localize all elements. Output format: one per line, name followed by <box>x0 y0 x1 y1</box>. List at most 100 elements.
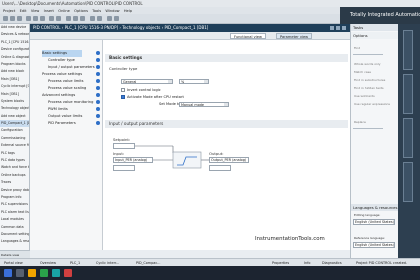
replace-input[interactable] <box>353 128 383 129</box>
paste-icon[interactable] <box>40 16 45 21</box>
tree-item[interactable]: Add new device <box>0 24 29 31</box>
go-online-icon[interactable] <box>90 16 95 21</box>
match-case-option[interactable]: Match case <box>354 70 371 74</box>
editing-language-select[interactable]: English (United States) <box>353 219 395 225</box>
nav-process-value-scaling[interactable]: Process value scaling <box>48 85 86 92</box>
tree-item[interactable]: PLC_1 [CPU 1516-3 PN/DP] <box>0 39 29 46</box>
cut-icon[interactable] <box>26 16 31 21</box>
tab-tasks[interactable] <box>403 118 413 158</box>
tree-item[interactable]: Cyclic interrupt [OB30] <box>0 83 29 90</box>
tree-item[interactable]: Device proxy data <box>0 187 29 194</box>
nav-output-value-limits[interactable]: Output value limits <box>48 113 82 120</box>
search-icon[interactable] <box>16 269 24 277</box>
nav-input-output-parameters[interactable]: Input / output parameters <box>48 64 95 71</box>
stop-cpu-icon[interactable] <box>114 16 119 21</box>
tree-item[interactable]: PLC alarm text lists <box>0 209 29 216</box>
tree-item[interactable]: System blocks <box>0 98 29 105</box>
upload-icon[interactable] <box>80 16 85 21</box>
whole-words-option[interactable]: Whole words only <box>354 62 381 66</box>
tab-parameter-view[interactable]: Parameter view <box>276 33 313 39</box>
tasks-header: Tasks <box>351 24 399 31</box>
options-header: Options <box>351 32 399 39</box>
reference-language-select[interactable]: English (United States) <box>353 242 395 248</box>
nav-controller-type[interactable]: Controller type <box>48 57 75 64</box>
tree-item[interactable]: Traces <box>0 179 29 186</box>
tree-item[interactable]: Local modules <box>0 216 29 223</box>
tree-item[interactable]: Technology objects <box>0 105 29 112</box>
save-project-icon[interactable] <box>17 16 22 21</box>
function-nav-tree: Basic settings Controller type Input / o… <box>30 40 103 250</box>
tree-item[interactable]: PLC data types <box>0 157 29 164</box>
tree-item[interactable]: Devices & networks <box>0 31 29 38</box>
undo-icon[interactable] <box>49 16 54 21</box>
tab-testing[interactable] <box>403 74 413 114</box>
tree-item[interactable]: Main [OB1] <box>0 91 29 98</box>
nav-process-value-settings[interactable]: Process value settings <box>42 71 82 78</box>
menu-item-online[interactable]: Online <box>58 9 70 13</box>
tree-item[interactable]: PLC supervisions <box>0 201 29 208</box>
regex-option[interactable]: Use regular expressions <box>354 102 390 106</box>
languages-header: Languages & resources <box>351 204 399 211</box>
details-view-header[interactable]: Details view <box>0 250 30 258</box>
find-substructures-option[interactable]: Find in substructures <box>354 78 385 82</box>
tree-item[interactable]: Common data <box>0 224 29 231</box>
compile-icon[interactable] <box>66 16 71 21</box>
tree-item[interactable]: Document settings <box>0 231 29 238</box>
nav-advanced-settings[interactable]: Advanced settings <box>42 92 75 99</box>
tree-item[interactable]: Commissioning <box>0 135 29 142</box>
app-icon[interactable] <box>64 269 72 277</box>
browser-icon[interactable] <box>40 269 48 277</box>
maximize-icon[interactable] <box>336 26 340 30</box>
redo-icon[interactable] <box>56 16 61 21</box>
tab-libraries[interactable] <box>403 162 413 202</box>
tree-item[interactable]: Online backups <box>0 172 29 179</box>
tree-item[interactable]: Device configuration <box>0 46 29 53</box>
nav-process-value-limits[interactable]: Process value limits <box>48 78 84 85</box>
tree-item[interactable]: PLC tags <box>0 150 29 157</box>
nav-pid-parameters[interactable]: PID Parameters <box>48 120 76 127</box>
file-explorer-icon[interactable] <box>28 269 36 277</box>
copy-icon[interactable] <box>33 16 38 21</box>
os-taskbar <box>0 266 420 280</box>
tia-portal-icon[interactable] <box>52 269 60 277</box>
nav-process-value-monitoring[interactable]: Process value monitoring <box>48 99 93 106</box>
menu-item-insert[interactable]: Insert <box>44 9 54 13</box>
menu-item-help[interactable]: Help <box>124 9 132 13</box>
go-offline-icon[interactable] <box>97 16 102 21</box>
tree-item[interactable]: Main [OB1] <box>0 76 29 83</box>
tree-item[interactable]: Watch and force tables <box>0 164 29 171</box>
tree-item[interactable]: Add new block <box>0 68 29 75</box>
tab-functional-view[interactable]: Functional view <box>230 33 266 39</box>
find-input[interactable] <box>353 54 383 55</box>
menu-item-project[interactable]: Project <box>3 9 15 13</box>
menu-item-edit[interactable]: Edit <box>20 9 27 13</box>
menu-item-window[interactable]: Window <box>105 9 119 13</box>
download-icon[interactable] <box>73 16 78 21</box>
new-project-icon[interactable] <box>3 16 8 21</box>
start-cpu-icon[interactable] <box>107 16 112 21</box>
close-icon[interactable] <box>342 26 346 30</box>
minimize-icon[interactable] <box>330 26 334 30</box>
start-icon[interactable] <box>4 269 12 277</box>
replace-option[interactable]: Replace <box>354 120 366 124</box>
nav-pwm-limits[interactable]: PWM limits <box>48 106 68 113</box>
tree-item[interactable]: Online & diagnostics <box>0 54 29 61</box>
open-project-icon[interactable] <box>10 16 15 21</box>
tab-instructions[interactable] <box>403 30 413 70</box>
nav-basic-settings[interactable]: Basic settings <box>42 50 82 57</box>
tree-item[interactable]: Program blocks <box>0 61 29 68</box>
menu-item-view[interactable]: View <box>31 9 40 13</box>
find-option[interactable]: Find <box>354 46 360 50</box>
wildcards-option[interactable]: Use wildcards <box>354 94 375 98</box>
tree-item[interactable]: Program info <box>0 194 29 201</box>
tree-item[interactable]: Add new object <box>0 113 29 120</box>
tree-item[interactable]: Configuration <box>0 127 29 134</box>
tree-item[interactable]: External source files <box>0 142 29 149</box>
find-hidden-option[interactable]: Find in hidden texts <box>354 86 384 90</box>
tree-item-selected[interactable]: PID_Compact_1 [DB1] <box>0 120 29 128</box>
complete-status-icon <box>96 93 100 97</box>
menu-item-tools[interactable]: Tools <box>92 9 101 13</box>
tree-item[interactable]: Languages & resources <box>0 238 29 245</box>
complete-status-icon <box>96 114 100 118</box>
menu-item-options[interactable]: Options <box>74 9 88 13</box>
